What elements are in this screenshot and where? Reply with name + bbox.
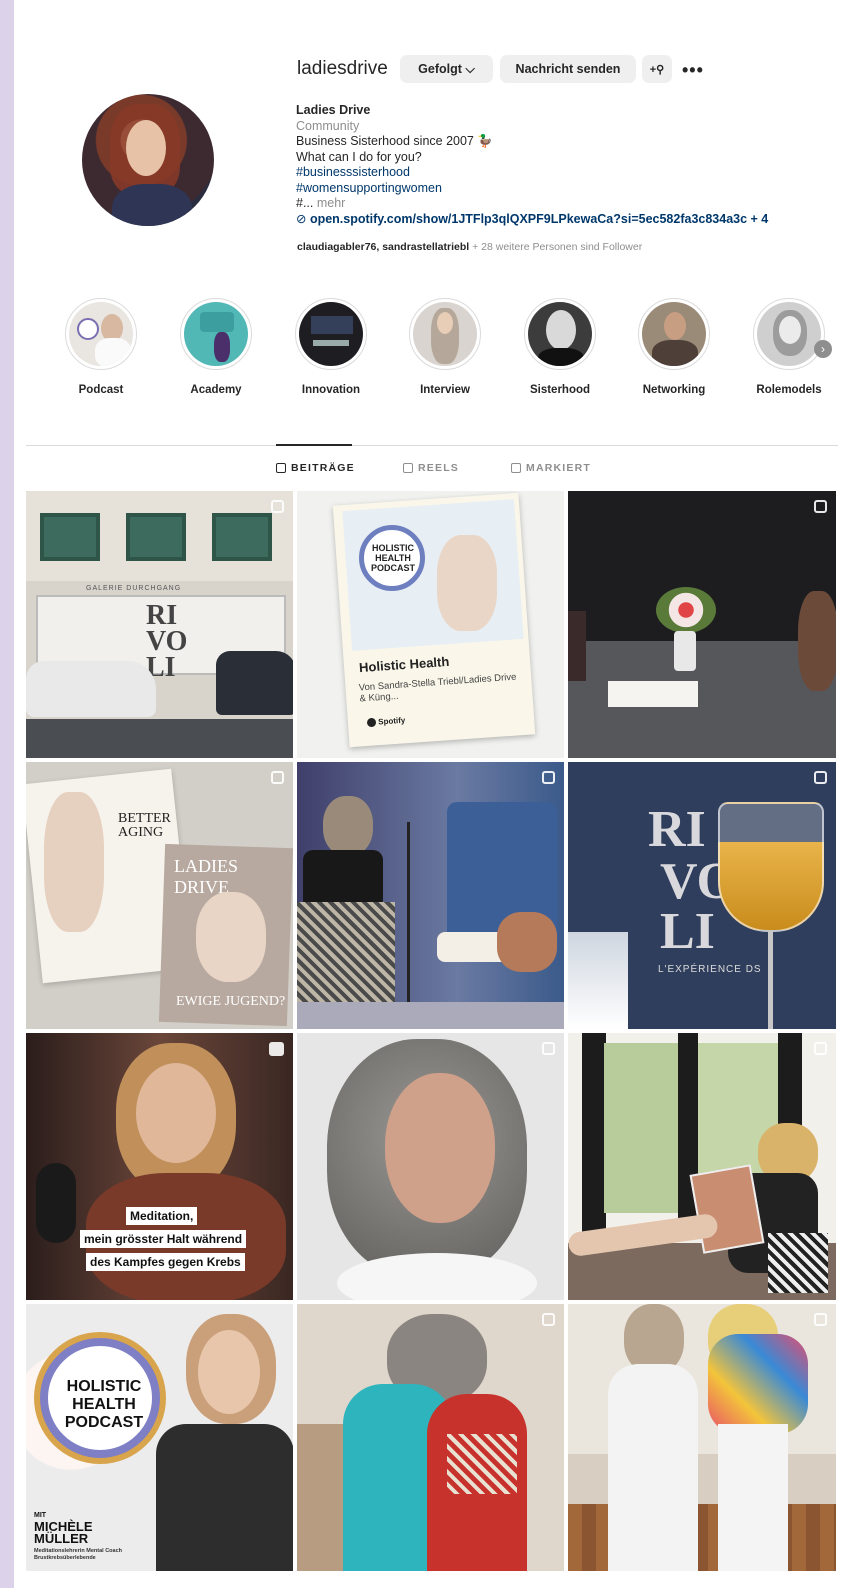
hashtag-link[interactable]: #businesssisterhood <box>296 165 836 181</box>
carousel-icon <box>542 771 555 784</box>
bio-line: Business Sisterhood since 2007 🦆 <box>296 134 493 148</box>
post-tile[interactable]: BETTER AGING LADIES DRIVE EWIGE JUGEND? <box>26 762 293 1029</box>
profile-username: ladiesdrive <box>297 58 388 79</box>
post-tile[interactable] <box>297 1304 564 1571</box>
post-tile[interactable] <box>568 1304 836 1571</box>
post-tile[interactable] <box>297 762 564 1029</box>
highlight-sisterhood[interactable]: Sisterhood <box>515 298 605 396</box>
post-tile[interactable] <box>568 491 836 758</box>
post-tile[interactable]: HOLISTIC HEALTH PODCAST Holistic Health … <box>297 491 564 758</box>
highlight-academy[interactable]: Academy <box>171 298 261 396</box>
carousel-icon <box>271 771 284 784</box>
post-tile[interactable]: RI VO LI L'EXPÉRIENCE DS <box>568 762 836 1029</box>
reels-icon <box>403 463 413 473</box>
carousel-icon <box>271 500 284 513</box>
send-message-button[interactable]: Nachricht senden <box>500 55 636 83</box>
carousel-icon <box>814 1042 827 1055</box>
profile-bio: Ladies Drive Community Business Sisterho… <box>296 103 836 227</box>
carousel-icon <box>814 1313 827 1326</box>
active-tab-indicator <box>276 444 352 446</box>
link-icon: ⊘ <box>296 211 310 226</box>
carousel-icon <box>542 1313 555 1326</box>
following-button[interactable]: Gefolgt ⌵ <box>400 55 493 83</box>
carousel-icon <box>814 500 827 513</box>
more-link[interactable]: mehr <box>317 196 345 210</box>
mutual-followers[interactable]: claudiagabler76, sandrastellatriebl + 28… <box>297 241 642 253</box>
highlights-next-icon[interactable]: › <box>814 340 832 358</box>
display-name: Ladies Drive <box>296 103 371 117</box>
window-edge <box>0 0 14 1588</box>
post-tile[interactable] <box>568 1033 836 1300</box>
profile-avatar[interactable] <box>82 94 214 226</box>
post-tile[interactable]: HOLISTIC HEALTH PODCAST MIT MICHÈLE MÜLL… <box>26 1304 293 1571</box>
bio-line: What can I do for you? <box>296 149 422 164</box>
highlight-podcast[interactable]: Podcast <box>56 298 146 396</box>
hashtag-link[interactable]: #womensupportingwomen <box>296 181 836 197</box>
tab-divider <box>26 445 838 446</box>
add-user-icon: +⚲ <box>649 63 665 76</box>
tab-posts[interactable]: BEITRÄGE <box>276 462 355 474</box>
tab-tagged[interactable]: MARKIERT <box>511 462 591 474</box>
highlight-interview[interactable]: Interview <box>400 298 490 396</box>
highlight-innovation[interactable]: Innovation <box>286 298 376 396</box>
tagged-icon <box>511 463 521 473</box>
bio-truncated: #... <box>296 196 314 210</box>
posts-grid: GALERIE DURCHGANG RI VO LI HOLISTIC HEAL… <box>26 491 836 1571</box>
carousel-icon <box>542 1042 555 1055</box>
reel-icon <box>269 1042 284 1056</box>
tab-reels[interactable]: REELS <box>403 462 459 474</box>
carousel-icon <box>814 771 827 784</box>
category-label: Community <box>296 118 360 133</box>
post-tile[interactable]: Meditation, mein grösster Halt während d… <box>26 1033 293 1300</box>
more-options-icon[interactable]: ••• <box>682 60 704 81</box>
highlight-networking[interactable]: Networking <box>629 298 719 396</box>
post-tile[interactable]: GALERIE DURCHGANG RI VO LI <box>26 491 293 758</box>
grid-icon <box>276 463 286 473</box>
post-tile[interactable] <box>297 1033 564 1300</box>
suggest-user-button[interactable]: +⚲ <box>642 55 672 83</box>
external-link[interactable]: ⊘ open.spotify.com/show/1JTFlp3qlQXPF9LP… <box>296 212 836 228</box>
